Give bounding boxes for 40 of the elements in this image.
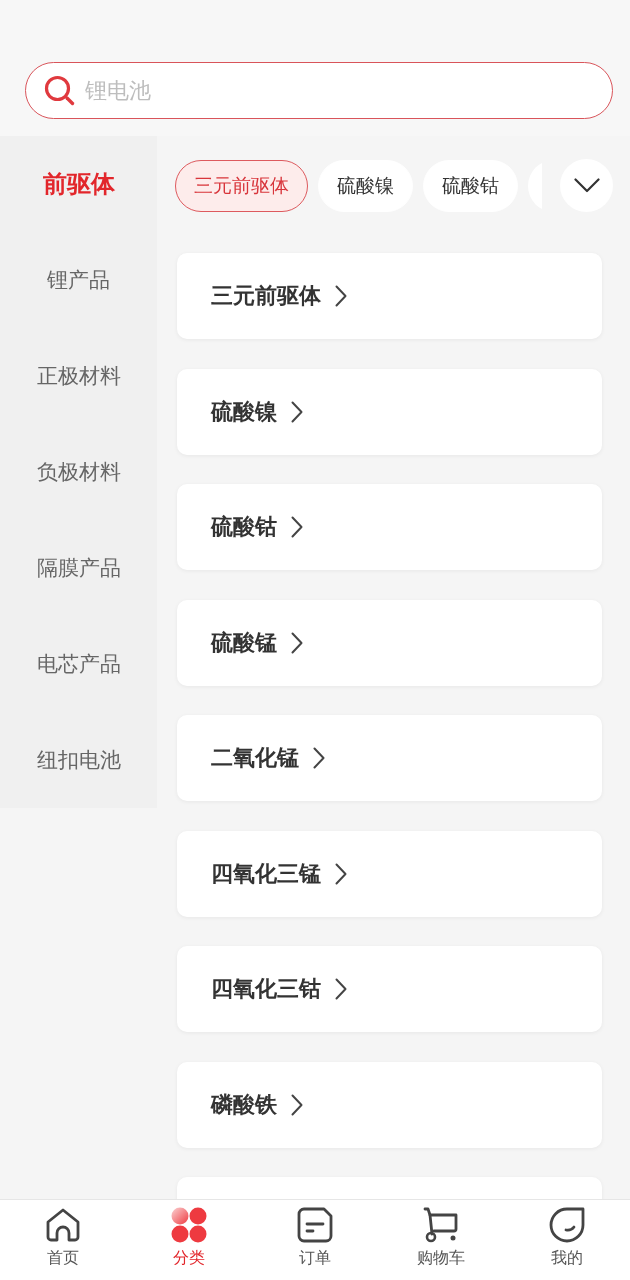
- house-icon: [45, 1207, 81, 1243]
- clover-icon: [171, 1207, 207, 1243]
- chevron-right-icon: [335, 978, 347, 1000]
- category-card[interactable]: 四氧化三钴: [177, 946, 602, 1032]
- search-field[interactable]: 锂电池: [25, 62, 613, 119]
- category-chip[interactable]: 硫酸钴: [423, 159, 518, 212]
- chevron-right-icon: [291, 631, 303, 654]
- category-chip[interactable]: 硫酸镍: [318, 159, 413, 212]
- tab-bar-item[interactable]: 分类: [126, 1200, 252, 1280]
- category-card[interactable]: 硫酸镍: [177, 368, 602, 455]
- category-card[interactable]: 四氧化三锰: [177, 830, 602, 917]
- smile-drop-icon: [549, 1207, 585, 1243]
- tab-bar-item[interactable]: 购物车: [378, 1200, 504, 1280]
- category-card[interactable]: 硫酸钴: [177, 484, 602, 570]
- chevron-right-icon: [291, 1093, 303, 1116]
- chevron-right-icon: [335, 862, 347, 885]
- sidebar-item[interactable]: 前驱体: [0, 136, 157, 232]
- category-chip[interactable]: 三元前驱体: [175, 159, 308, 212]
- category-card[interactable]: 三元前驱体: [177, 253, 602, 339]
- sidebar-item[interactable]: 锂产品: [0, 232, 157, 328]
- sidebar-item[interactable]: 电芯产品: [0, 616, 157, 712]
- document-icon: [297, 1207, 333, 1243]
- chevron-right-icon: [291, 516, 303, 538]
- category-card[interactable]: 硫酸锰: [177, 599, 602, 686]
- category-card[interactable]: 磷酸铁: [177, 1061, 602, 1148]
- chevron-right-icon: [335, 285, 347, 307]
- sidebar-item[interactable]: 隔膜产品: [0, 520, 157, 616]
- sidebar-item[interactable]: 负极材料: [0, 424, 157, 520]
- tab-bar-item[interactable]: 订单: [252, 1200, 378, 1280]
- category-card[interactable]: 二氧化锰: [177, 715, 602, 801]
- tab-bar-item[interactable]: 首页: [0, 1200, 126, 1280]
- chevron-down-icon: [573, 178, 600, 193]
- expand-button[interactable]: [560, 159, 613, 212]
- chevron-right-icon: [291, 400, 303, 423]
- sidebar-item[interactable]: 正极材料: [0, 328, 157, 424]
- cart-icon: [423, 1207, 459, 1243]
- tab-bar-item[interactable]: 我的: [504, 1200, 630, 1280]
- search-icon: [44, 75, 75, 106]
- chevron-right-icon: [313, 747, 325, 769]
- sidebar-item[interactable]: 纽扣电池: [0, 712, 157, 808]
